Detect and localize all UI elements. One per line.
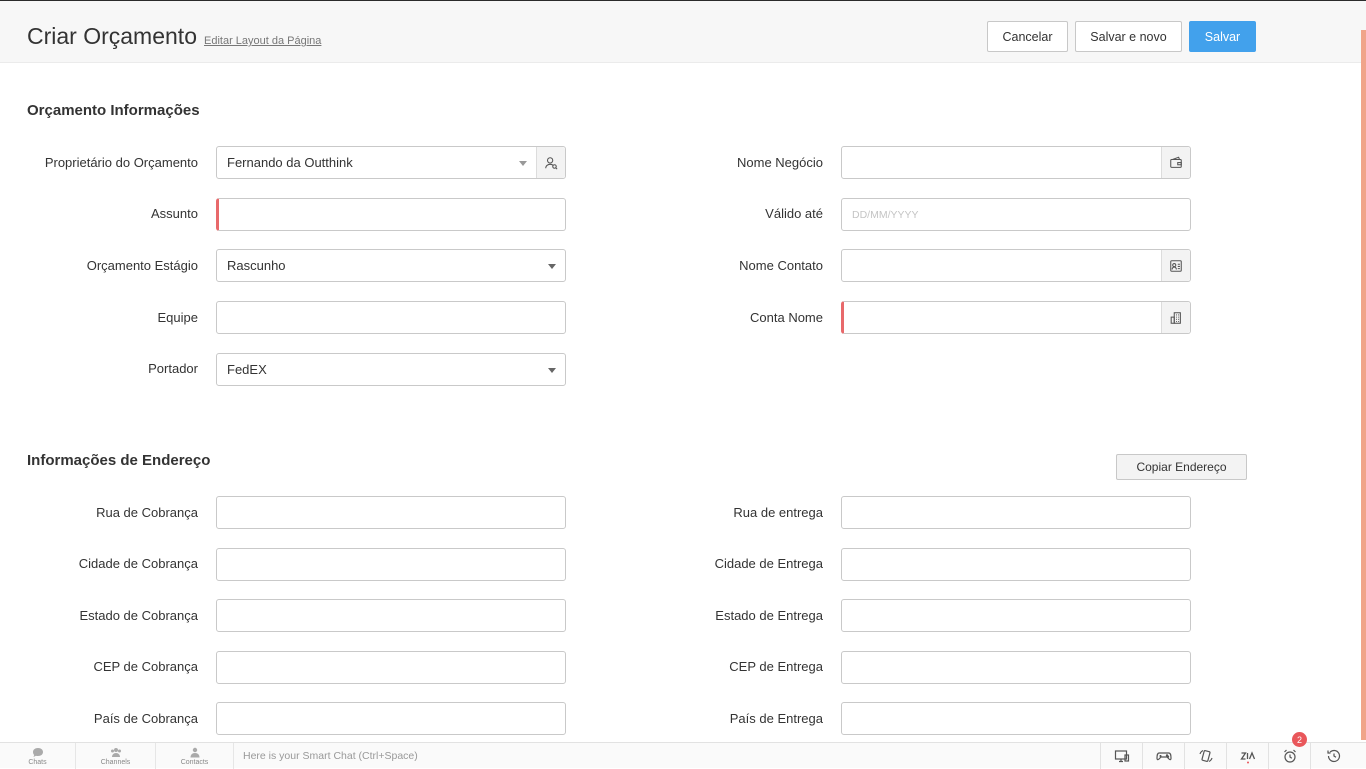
chevron-down-icon[interactable] — [519, 161, 527, 166]
bottom-chat-bar: Chats Channels Contacts Here is your Sma… — [0, 742, 1366, 769]
contact-name-label: Nome Contato — [739, 258, 823, 273]
date-placeholder: DD/MM/YYYY — [852, 208, 919, 221]
copy-address-button[interactable]: Copiar Endereço — [1116, 454, 1247, 480]
shipping-country-input[interactable] — [841, 702, 1191, 735]
team-label: Equipe — [157, 310, 198, 325]
chevron-down-icon — [548, 264, 556, 269]
shipping-state-input[interactable] — [841, 599, 1191, 632]
carrier-label: Portador — [148, 361, 198, 376]
billing-zip-input[interactable] — [216, 651, 566, 684]
billing-street-label: Rua de Cobrança — [96, 505, 198, 520]
address-info-section-title: Informações de Endereço — [27, 452, 211, 469]
group-icon — [110, 747, 121, 757]
shipping-city-input[interactable] — [841, 548, 1191, 581]
subject-label: Assunto — [151, 206, 198, 221]
billing-city-input[interactable] — [216, 548, 566, 581]
save-and-new-button[interactable]: Salvar e novo — [1075, 21, 1182, 52]
shipping-country-label: País de Entrega — [729, 711, 823, 726]
billing-country-label: País de Cobrança — [93, 711, 198, 726]
deal-name-lookup[interactable] — [841, 146, 1191, 179]
history-icon[interactable] — [1310, 743, 1356, 769]
edit-layout-link[interactable]: Editar Layout da Página — [204, 35, 321, 47]
shipping-street-input[interactable] — [841, 496, 1191, 529]
chats-tab[interactable]: Chats — [0, 743, 76, 769]
contact-card-icon[interactable] — [1161, 250, 1190, 281]
page-title: Criar Orçamento — [27, 23, 197, 49]
account-name-label: Conta Nome — [750, 310, 823, 325]
subject-input[interactable] — [216, 198, 566, 231]
alarm-clock-icon[interactable] — [1268, 743, 1310, 769]
contacts-tab[interactable]: Contacts — [156, 743, 234, 769]
stage-select[interactable]: Rascunho — [216, 249, 566, 282]
team-input[interactable] — [216, 301, 566, 334]
carrier-value: FedEX — [227, 362, 267, 377]
smart-chat-input[interactable]: Here is your Smart Chat (Ctrl+Space) — [243, 750, 418, 762]
save-button[interactable]: Salvar — [1189, 21, 1256, 52]
billing-country-input[interactable] — [216, 702, 566, 735]
contacts-label: Contacts — [180, 758, 209, 766]
billing-street-input[interactable] — [216, 496, 566, 529]
quote-info-section-title: Orçamento Informações — [27, 102, 200, 119]
shipping-street-label: Rua de entrega — [733, 505, 823, 520]
billing-city-label: Cidade de Cobrança — [78, 556, 198, 571]
chevron-down-icon — [548, 368, 556, 373]
page-header: Criar Orçamento Editar Layout da Página … — [0, 1, 1366, 63]
zia-icon[interactable] — [1226, 743, 1268, 769]
deal-name-label: Nome Negócio — [737, 155, 823, 170]
user-lookup-icon[interactable] — [536, 147, 565, 178]
shipping-zip-input[interactable] — [841, 651, 1191, 684]
account-name-lookup[interactable] — [841, 301, 1191, 334]
owner-lookup-field[interactable]: Fernando da Outthink — [216, 146, 566, 179]
game-controller-icon[interactable] — [1142, 743, 1184, 769]
stage-label: Orçamento Estágio — [86, 258, 198, 273]
building-icon[interactable] — [1161, 302, 1190, 333]
notification-badge: 2 — [1292, 732, 1307, 747]
rotate-device-icon[interactable] — [1184, 743, 1226, 769]
channels-tab[interactable]: Channels — [76, 743, 156, 769]
owner-value: Fernando da Outthink — [227, 155, 353, 170]
channels-label: Channels — [100, 758, 131, 766]
shipping-city-label: Cidade de Entrega — [714, 556, 823, 571]
contact-name-lookup[interactable] — [841, 249, 1191, 282]
shipping-zip-label: CEP de Entrega — [729, 659, 823, 674]
billing-state-input[interactable] — [216, 599, 566, 632]
person-icon — [190, 747, 199, 757]
wallet-icon[interactable] — [1161, 147, 1190, 178]
valid-until-date-input[interactable]: DD/MM/YYYY — [841, 198, 1191, 231]
valid-until-label: Válido até — [765, 206, 823, 221]
chats-label: Chats — [28, 758, 47, 766]
chat-bubble-icon — [32, 747, 43, 757]
screen-share-icon[interactable] — [1100, 743, 1142, 769]
owner-label: Proprietário do Orçamento — [44, 155, 198, 170]
billing-zip-label: CEP de Cobrança — [93, 659, 198, 674]
shipping-state-label: Estado de Entrega — [715, 608, 823, 623]
stage-value: Rascunho — [227, 258, 286, 273]
carrier-select[interactable]: FedEX — [216, 353, 566, 386]
billing-state-label: Estado de Cobrança — [79, 608, 198, 623]
scrollbar[interactable] — [1361, 30, 1366, 740]
cancel-button[interactable]: Cancelar — [987, 21, 1068, 52]
